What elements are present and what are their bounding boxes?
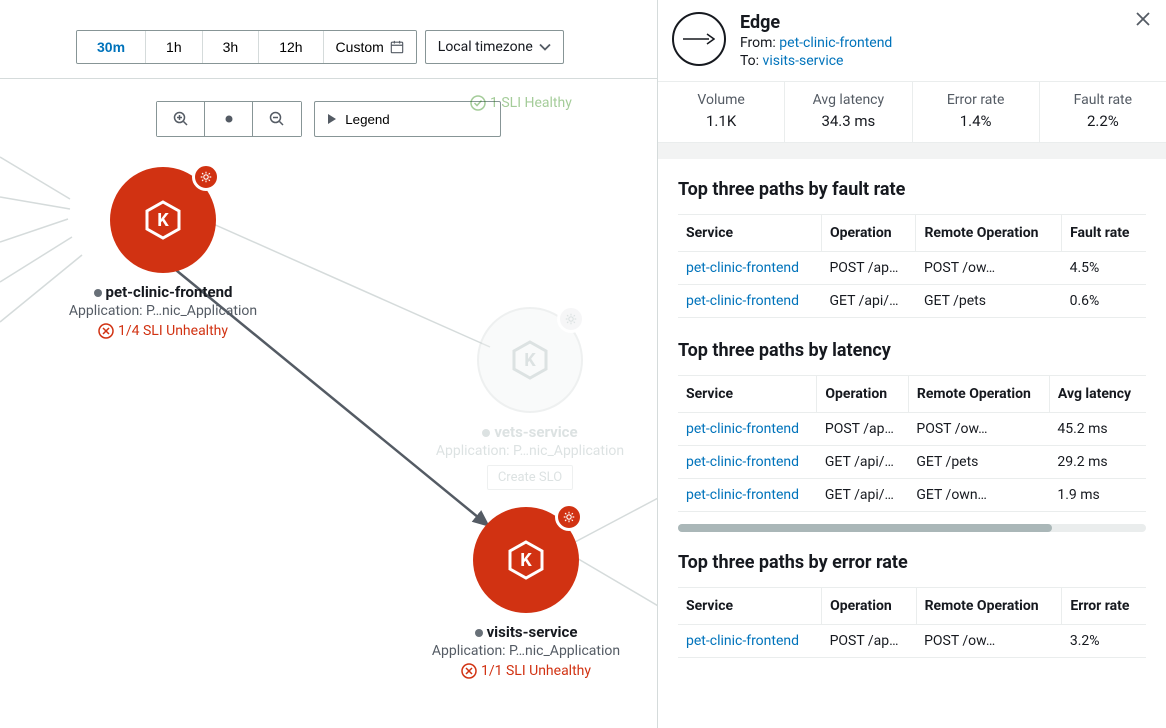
kubernetes-icon: K: [506, 336, 554, 384]
edge-icon: [672, 12, 726, 66]
time-1h[interactable]: 1h: [146, 31, 203, 63]
svg-text:K: K: [520, 550, 532, 571]
node-vets-service[interactable]: K vets-service Application: P…nic_Applic…: [430, 307, 630, 490]
metrics-bar: Volume 1.1K Avg latency 34.3 ms Error ra…: [658, 81, 1166, 143]
time-30m[interactable]: 30m: [77, 31, 146, 63]
edge-header: Edge From: pet-clinic-frontend To: visit…: [658, 0, 1166, 81]
zoom-out-icon: [269, 111, 285, 127]
fit-button[interactable]: [205, 102, 253, 136]
fault-rate-table: Service Operation Remote Operation Fault…: [678, 214, 1146, 318]
horizontal-scrollbar[interactable]: [678, 524, 1146, 532]
metric-error: Error rate 1.4%: [913, 82, 1040, 142]
gear-icon: [564, 312, 578, 326]
time-12h[interactable]: 12h: [259, 31, 323, 63]
time-custom[interactable]: Custom: [324, 31, 416, 63]
table-row[interactable]: pet-clinic-frontend POST /ap… POST /ow… …: [678, 252, 1146, 285]
zoom-out-button[interactable]: [253, 102, 301, 136]
metric-latency: Avg latency 34.3 ms: [785, 82, 912, 142]
time-3h[interactable]: 3h: [203, 31, 260, 63]
error-circle-icon: [98, 323, 114, 339]
section-latency: Top three paths by latency Service Opera…: [658, 326, 1166, 520]
edge-to-link[interactable]: visits-service: [763, 53, 844, 69]
table-row[interactable]: pet-clinic-frontend POST /ap… POST /ow… …: [678, 413, 1146, 446]
section-fault-rate: Top three paths by fault rate Service Op…: [658, 151, 1166, 326]
time-range-group: 30m 1h 3h 12h Custom: [76, 30, 417, 64]
play-icon: [327, 113, 337, 125]
zoom-group: [156, 101, 302, 137]
close-button[interactable]: [1136, 12, 1150, 26]
metric-volume: Volume 1.1K: [658, 82, 785, 142]
node-pet-clinic-frontend[interactable]: K pet-clinic-frontend Application: P…nic…: [68, 167, 258, 339]
calendar-icon: [390, 40, 404, 54]
table-row[interactable]: pet-clinic-frontend GET /api/… GET /pets…: [678, 285, 1146, 318]
metric-fault: Fault rate 2.2%: [1040, 82, 1166, 142]
edge-from-link[interactable]: pet-clinic-frontend: [779, 35, 892, 51]
dot-icon: [225, 115, 233, 123]
error-circle-icon: [461, 663, 477, 679]
time-toolbar: 30m 1h 3h 12h Custom Local timezone: [0, 0, 657, 78]
section-error-rate: Top three paths by error rate Service Op…: [658, 532, 1166, 666]
svg-text:K: K: [157, 210, 169, 231]
kubernetes-icon: K: [139, 196, 187, 244]
kubernetes-icon: K: [502, 536, 550, 584]
edge-to: To: visits-service: [740, 53, 892, 69]
edge-title: Edge: [740, 12, 892, 33]
node-visits-service[interactable]: K visits-service Application: P…nic_Appl…: [426, 507, 626, 679]
table-row[interactable]: pet-clinic-frontend POST /ap… POST /ow… …: [678, 625, 1146, 658]
table-row[interactable]: pet-clinic-frontend GET /api/… GET /own……: [678, 479, 1146, 512]
zoom-in-icon: [173, 111, 189, 127]
svg-text:K: K: [524, 350, 536, 371]
timezone-select[interactable]: Local timezone: [425, 30, 564, 64]
create-slo-button[interactable]: Create SLO: [487, 465, 573, 490]
error-rate-table: Service Operation Remote Operation Error…: [678, 587, 1146, 658]
gear-icon: [562, 510, 576, 524]
latency-table: Service Operation Remote Operation Avg l…: [678, 375, 1146, 512]
edge-from: From: pet-clinic-frontend: [740, 35, 892, 51]
zoom-in-button[interactable]: [157, 102, 205, 136]
table-row[interactable]: pet-clinic-frontend GET /api/… GET /pets…: [678, 446, 1146, 479]
check-circle-icon: [470, 95, 486, 111]
close-icon: [1136, 12, 1150, 26]
edge-details-panel: || Edge From: pet-clinic-frontend To: vi…: [658, 0, 1166, 728]
gear-icon: [199, 170, 213, 184]
service-map-canvas[interactable]: 1 SLI Healthy K pet-clinic-frontend Appl…: [0, 147, 657, 725]
sli-healthy-badge: 1 SLI Healthy: [470, 91, 572, 111]
chevron-down-icon: [539, 43, 551, 51]
